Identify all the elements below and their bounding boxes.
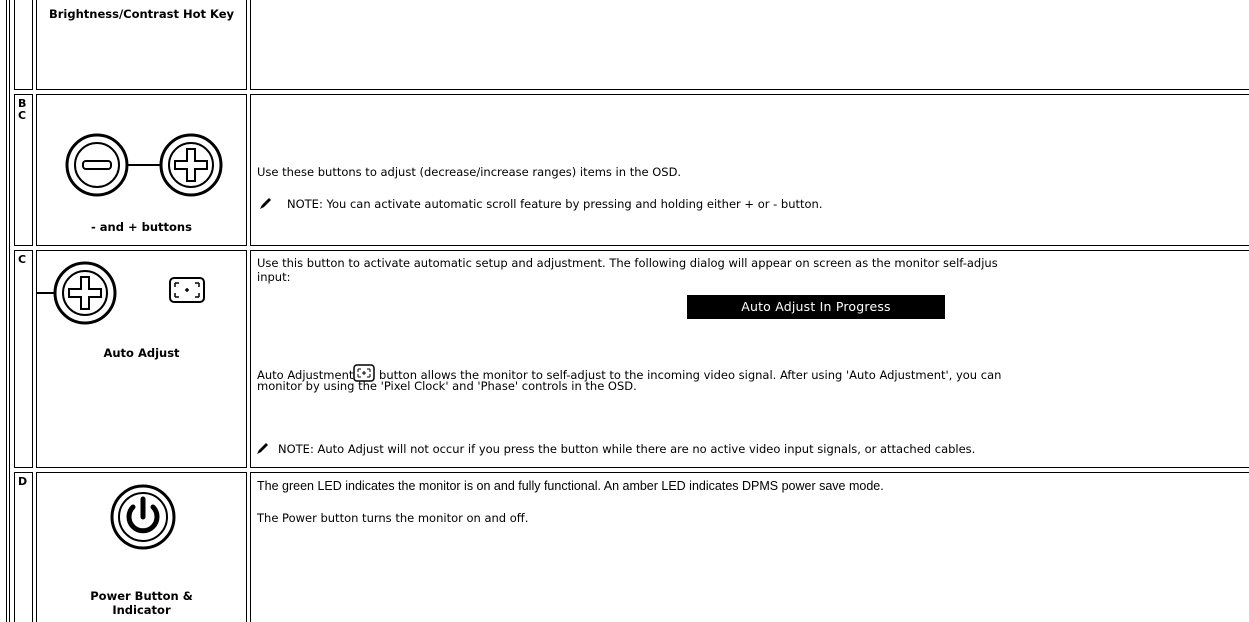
auto-adjust-button-icon — [37, 261, 117, 325]
auto-adjust-label: Auto Adjust — [103, 346, 180, 360]
power-led-description: The green LED indicates the monitor is o… — [257, 479, 884, 493]
row-brightness-control-cell: Brightness/Contrast Hot Key — [36, 0, 247, 90]
auto-adjust-paragraph2-line2: monitor by using the 'Pixel Clock' and '… — [257, 379, 637, 393]
row-auto-adjust-letter-cell: C — [14, 250, 33, 468]
row-minus-plus-control-cell: - and + buttons — [36, 94, 247, 246]
minus-plus-note-text: NOTE: You can activate automatic scroll … — [287, 197, 823, 211]
power-button-icon — [110, 484, 176, 550]
auto-adjust-note-text: NOTE: Auto Adjust will not occur if you … — [278, 442, 976, 456]
power-button-description: The Power button turns the monitor on an… — [257, 511, 529, 525]
row-minus-plus-letter: B C — [18, 97, 27, 122]
minus-plus-buttons-icon — [65, 133, 223, 197]
power-button-label-line2: Indicator — [112, 603, 171, 617]
row-brightness-desc-cell — [250, 0, 1249, 90]
minus-plus-note: NOTE: You can activate automatic scroll … — [259, 196, 1249, 211]
row-brightness-letter-cell — [14, 0, 33, 90]
row-auto-adjust-letter: C — [18, 253, 27, 266]
minus-plus-description: Use these buttons to adjust (decrease/in… — [257, 165, 682, 179]
note-pencil-icon — [259, 196, 273, 210]
row-power-control-cell: Power Button & Indicator — [36, 472, 247, 622]
row-auto-adjust-desc-cell: Use this button to activate automatic se… — [250, 250, 1249, 468]
minus-plus-buttons-label: - and + buttons — [91, 220, 192, 234]
manual-page: Brightness/Contrast Hot Key B C - and + … — [0, 0, 1249, 622]
auto-adjust-description-line2: input: — [257, 270, 291, 284]
outer-left-rule — [6, 0, 7, 622]
outer-left-rule-inner — [9, 0, 10, 622]
row-minus-plus-letter-cell: B C — [14, 94, 33, 246]
row-power-desc-cell: The green LED indicates the monitor is o… — [250, 472, 1249, 622]
brightness-contrast-label: Brightness/Contrast Hot Key — [48, 7, 234, 21]
auto-adjust-description-line1: Use this button to activate automatic se… — [257, 256, 998, 270]
row-power-letter-cell: D — [14, 472, 33, 622]
row-minus-plus-desc-cell: Use these buttons to adjust (decrease/in… — [250, 94, 1249, 246]
row-auto-adjust-control-cell: Auto Adjust — [36, 250, 247, 468]
note-pencil-icon — [256, 441, 270, 455]
auto-adjust-note: NOTE: Auto Adjust will not occur if you … — [256, 441, 1249, 456]
power-button-label-line1: Power Button & — [90, 589, 193, 603]
auto-adjust-screen-icon — [169, 277, 205, 303]
auto-adjust-osd-dialog: Auto Adjust In Progress — [687, 295, 945, 319]
row-power-letter: D — [18, 475, 28, 488]
